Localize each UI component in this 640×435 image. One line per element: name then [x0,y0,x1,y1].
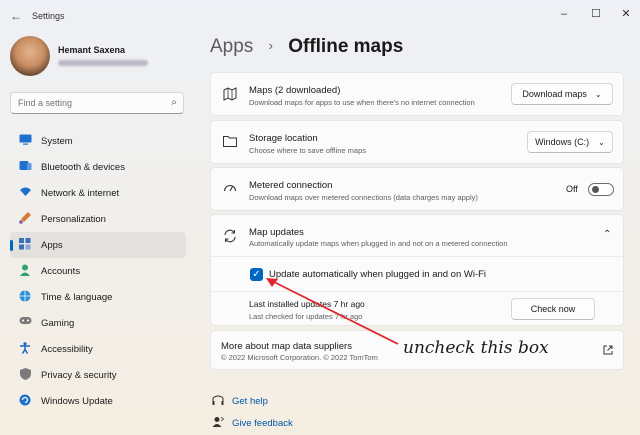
annotation-text: uncheck this box [403,338,549,358]
annotation-arrow [266,278,399,345]
